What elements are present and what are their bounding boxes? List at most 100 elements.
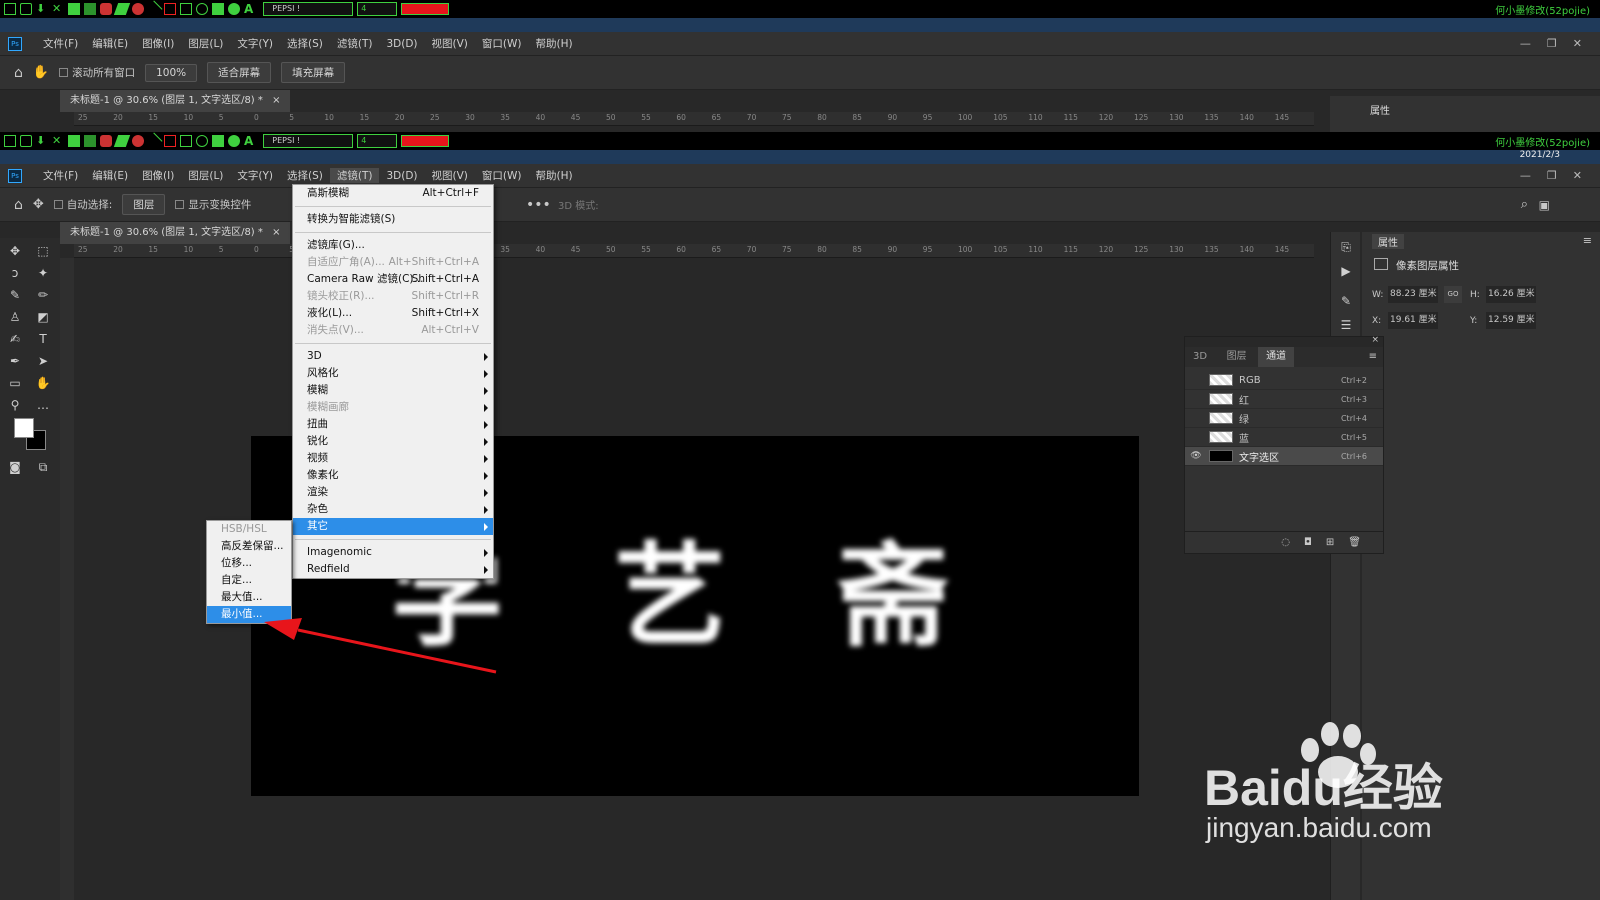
menu-view-top[interactable]: 视图(V) [425,36,475,51]
filter-menu-item[interactable]: 3D [293,348,493,365]
hand-tool-icon[interactable]: ✋ [34,374,52,392]
eye-icon[interactable]: 👁 [1189,451,1203,461]
hand-icon[interactable]: ✋ [33,65,49,80]
filter-menu-item[interactable]: 转换为智能滤镜(S) [293,211,493,228]
filter-menu-item[interactable]: 其它 [293,518,493,535]
save-icon[interactable] [68,135,80,147]
minimize-icon[interactable]: — [1520,37,1531,50]
menu-filter[interactable]: 滤镜(T) [329,168,380,183]
download-icon[interactable]: ⬇ [36,3,48,15]
menu-3d[interactable]: 3D(D) [379,170,424,182]
filter-menu-item[interactable]: 视频 [293,450,493,467]
text-tool-icon[interactable]: A [244,2,253,16]
menu-edit[interactable]: 编辑(E) [85,168,135,183]
restore-icon[interactable]: ❐ [1547,37,1557,50]
menu-image[interactable]: 图像(I) [135,168,181,183]
folder-icon[interactable] [84,3,96,15]
filter-menu-item[interactable]: 渲染 [293,484,493,501]
size-field[interactable]: 4 [357,2,398,16]
new-channel-icon[interactable]: ⊞ [1326,537,1334,548]
ellipse-icon[interactable] [196,135,208,147]
x-field[interactable]: 19.61 厘米 [1388,312,1438,329]
channel-row-blue[interactable]: 蓝 Ctrl+5 [1185,428,1383,447]
menu-filter-top[interactable]: 滤镜(T) [330,36,380,51]
channel-row-red[interactable]: 红 Ctrl+3 [1185,390,1383,409]
filter-menu-item[interactable]: 高斯模糊 Alt+Ctrl+F [293,185,493,202]
rect-icon[interactable] [180,135,192,147]
filter-menu-item[interactable]: 杂色 [293,501,493,518]
shape-icon[interactable]: ▭ [6,374,24,392]
quickmask-icon[interactable]: ◙ [6,458,24,476]
auto-select-checkbox[interactable]: 自动选择: [53,197,112,212]
tab-3d[interactable]: 3D [1185,347,1215,367]
tab-close-icon[interactable]: × [272,95,280,106]
marquee-icon[interactable]: ⬚ [34,242,52,260]
select-icon[interactable] [4,135,16,147]
adjust-icon[interactable]: ☰ [1337,316,1355,334]
menu-image-top[interactable]: 图像(I) [135,36,181,51]
menu-type-top[interactable]: 文字(Y) [230,36,280,51]
menu-view[interactable]: 视图(V) [425,168,475,183]
filter-menu-item[interactable]: 模糊 [293,382,493,399]
menu-help[interactable]: 帮助(H) [529,168,580,183]
select-icon[interactable] [4,3,16,15]
close-icon[interactable]: ✕ [52,135,64,147]
undo-icon[interactable] [20,135,32,147]
filter-menu-item[interactable]: 液化(L)... Shift+Ctrl+X [293,305,493,322]
download-icon[interactable]: ⬇ [36,135,48,147]
window-close-icon[interactable]: ✕ [1573,169,1582,182]
font-field[interactable]: PEPSI ! [263,134,354,148]
tab-channels[interactable]: 通道 [1258,347,1295,367]
path-select-icon[interactable]: ➤ [34,352,52,370]
move-icon[interactable]: ✥ [6,242,24,260]
channel-row-rgb[interactable]: RGB Ctrl+2 [1185,371,1383,390]
foreground-color[interactable] [14,418,34,438]
marker-icon[interactable] [113,3,131,15]
filter-menu-item[interactable]: Camera Raw 滤镜(C)... Shift+Ctrl+A [293,271,493,288]
panel-close-icon[interactable]: × [1371,335,1379,345]
channel-row-text-selection[interactable]: 👁 文字选区 Ctrl+6 [1185,447,1383,466]
close-icon[interactable]: ✕ [52,3,64,15]
save-icon[interactable] [68,3,80,15]
channel-row-green[interactable]: 绿 Ctrl+4 [1185,409,1383,428]
window-close-icon[interactable]: ✕ [1573,37,1582,50]
menu-layer-top[interactable]: 图层(L) [181,36,230,51]
fit-screen-button[interactable]: 适合屏幕 [207,62,272,83]
font-field[interactable]: PEPSI ! [263,2,354,16]
home-icon[interactable]: ⌂ [14,197,23,213]
filter-menu-item[interactable]: 滤镜库(G)... [293,237,493,254]
document-tab-top[interactable]: 未标题-1 @ 30.6% (图层 1, 文字选区/8) * × [60,90,291,112]
filter-menu-item[interactable]: 扭曲 [293,416,493,433]
h-field[interactable]: 16.26 厘米 [1486,286,1536,303]
filter-menu-item[interactable]: Redfield [293,561,493,578]
document-tab[interactable]: 未标题-1 @ 30.6% (图层 1, 文字选区/8) * × [60,222,291,244]
scroll-all-checkbox[interactable]: 滚动所有窗口 [59,65,135,80]
other-submenu-item[interactable]: 高反差保留... [207,538,291,555]
menu-edit-top[interactable]: 编辑(E) [85,36,135,51]
menu-3d-top[interactable]: 3D(D) [379,38,424,50]
more-options-icon[interactable]: ••• [526,197,551,213]
menu-type[interactable]: 文字(Y) [230,168,280,183]
type-icon[interactable]: T [34,330,52,348]
menu-select-top[interactable]: 选择(S) [280,36,330,51]
menu-file[interactable]: 文件(F) [36,168,85,183]
y-field[interactable]: 12.59 厘米 [1486,312,1536,329]
tab-close-icon[interactable]: × [272,227,280,238]
magic-wand-icon[interactable]: ✦ [34,264,52,282]
filter-menu-item[interactable]: Imagenomic [293,544,493,561]
channels-menu-icon[interactable]: ≡ [1369,351,1377,362]
more-tools-icon[interactable]: … [34,396,52,414]
panel-menu-icon[interactable]: ≡ [1583,234,1592,247]
link-button[interactable]: GO [1444,286,1462,303]
minimize-icon[interactable]: — [1520,169,1531,182]
fill-icon[interactable] [132,3,144,15]
size-field[interactable]: 4 [357,134,398,148]
zoom-icon[interactable]: ⚲ [6,396,24,414]
pen-icon[interactable] [100,3,112,15]
other-submenu-item[interactable]: 最大值... [207,589,291,606]
workspace-icon[interactable]: ▣ [1539,198,1550,212]
load-selection-icon[interactable]: ◌ [1281,537,1290,548]
color-swatch[interactable] [401,135,450,147]
history-icon[interactable]: ⎘ [1337,238,1355,256]
show-transform-checkbox[interactable]: 显示变换控件 [175,197,251,212]
